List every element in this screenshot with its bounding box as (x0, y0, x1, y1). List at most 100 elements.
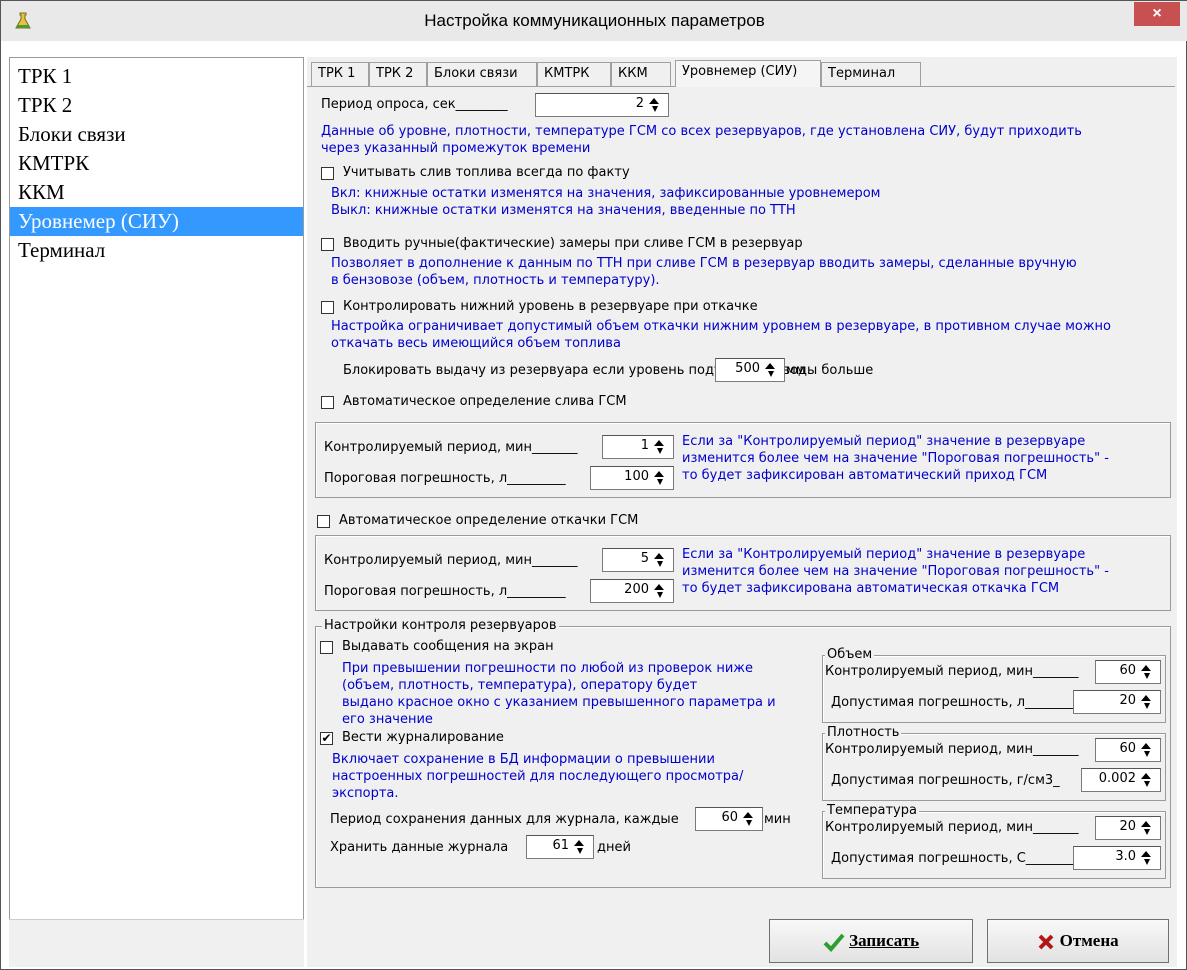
auto-pump-info: Если за "Контролируемый период" значение… (682, 547, 1109, 596)
low-level-checkbox[interactable] (321, 301, 334, 314)
volume-error-label: Допустимая погрешность, л_________ (831, 695, 1084, 710)
save-period-spinner[interactable]: 60 (695, 807, 763, 831)
density-error-label: Допустимая погрешность, г/см3_ (831, 773, 1060, 788)
volume-period-label: Контролируемый период, мин_______ (825, 664, 1079, 679)
density-period-spinner[interactable]: 60 (1095, 738, 1161, 762)
spin-arrows-icon[interactable] (1138, 771, 1158, 789)
tab-terminal[interactable]: Терминал (821, 62, 921, 86)
auto-pump-error-spinner[interactable]: 200 (590, 579, 674, 603)
tank-control-legend: Настройки контроля резервуаров (322, 618, 559, 633)
density-period-label: Контролируемый период, мин_______ (825, 742, 1079, 757)
tab-trk1[interactable]: ТРК 1 (311, 62, 369, 86)
check-icon (823, 933, 845, 953)
density-error-value: 0.002 (1098, 771, 1136, 786)
button-bar: Записать Отмена (307, 919, 1177, 967)
manual-measure-label[interactable]: Вводить ручные(фактические) замеры при с… (343, 236, 803, 251)
save-button[interactable]: Записать (769, 919, 973, 963)
tab-trk2[interactable]: ТРК 2 (369, 62, 427, 86)
fact-drain-checkbox[interactable] (321, 167, 334, 180)
auto-pump-error-label: Пороговая погрешность, л_________ (324, 584, 566, 599)
manual-measure-info: Позволяет в дополнение к данным по ТТН п… (331, 256, 1077, 288)
save-period-value: 60 (721, 810, 738, 825)
poll-period-spinner[interactable]: 2 (535, 93, 669, 117)
low-level-label[interactable]: Контролировать нижний уровень в резервуа… (343, 299, 758, 314)
cross-icon (1038, 934, 1054, 950)
tab-comm-blocks[interactable]: Блоки связи (427, 62, 537, 86)
auto-drain-period-label: Контролируемый период, мин_______ (324, 440, 578, 455)
temperature-group: Температура Контролируемый период, мин__… (822, 803, 1166, 879)
keep-spinner[interactable]: 61 (526, 835, 594, 859)
auto-pump-checkbox[interactable] (317, 515, 330, 528)
sidebar-item-level-gauge[interactable]: Уровнемер (СИУ) (10, 207, 303, 236)
density-group: Плотность Контролируемый период, мин____… (822, 725, 1166, 801)
water-level-spinner[interactable]: 500 (715, 358, 785, 382)
spin-arrows-icon[interactable] (1138, 819, 1158, 837)
save-period-unit: мин (764, 812, 791, 827)
spin-arrows-icon[interactable] (1138, 693, 1158, 711)
spin-arrows-icon[interactable] (1138, 741, 1158, 759)
save-period-label: Период сохранения данных для журнала, ка… (330, 812, 679, 827)
manual-measure-checkbox[interactable] (321, 238, 334, 251)
logging-checkbox[interactable]: ✔ (320, 732, 333, 745)
messages-info: При превышении погрешности по любой из п… (342, 661, 776, 727)
close-button[interactable]: × (1134, 2, 1180, 26)
spin-arrows-icon[interactable] (651, 551, 671, 569)
volume-group: Объем Контролируемый период, мин_______ … (822, 647, 1166, 723)
spin-arrows-icon[interactable] (571, 838, 591, 856)
spin-arrows-icon[interactable] (762, 361, 782, 379)
sidebar-item-trk2[interactable]: ТРК 2 (10, 91, 303, 120)
settings-window: Настройка коммуникационных параметров × … (0, 0, 1187, 970)
sidebar-item-terminal[interactable]: Терминал (10, 236, 303, 265)
logging-info: Включает сохранение в БД информации о пр… (332, 752, 744, 801)
temperature-period-label: Контролируемый период, мин_______ (825, 820, 1079, 835)
cancel-button[interactable]: Отмена (987, 919, 1169, 963)
tab-level-gauge[interactable]: Уровнемер (СИУ) (675, 60, 821, 87)
spin-arrows-icon[interactable] (646, 96, 666, 114)
spin-arrows-icon[interactable] (651, 582, 671, 600)
volume-error-spinner[interactable]: 20 (1073, 690, 1161, 714)
auto-drain-error-spinner[interactable]: 100 (590, 466, 674, 490)
volume-period-value: 60 (1119, 663, 1136, 678)
messages-label[interactable]: Выдавать сообщения на экран (342, 639, 554, 654)
spin-arrows-icon[interactable] (1138, 849, 1158, 867)
auto-pump-period-spinner[interactable]: 5 (602, 548, 674, 572)
section-list[interactable]: ТРК 1 ТРК 2 Блоки связи КМТРК ККМ Уровне… (9, 57, 304, 935)
temperature-period-value: 20 (1119, 819, 1136, 834)
spin-arrows-icon[interactable] (1138, 663, 1158, 681)
title-bar[interactable]: Настройка коммуникационных параметров × (1, 1, 1187, 41)
sidebar-item-comm-blocks[interactable]: Блоки связи (10, 120, 303, 149)
keep-value: 61 (552, 838, 569, 853)
temperature-period-spinner[interactable]: 20 (1095, 816, 1161, 840)
spin-arrows-icon[interactable] (651, 469, 671, 487)
temperature-error-label: Допустимая погрешность, С________ (831, 851, 1078, 866)
auto-pump-period-value: 5 (640, 551, 649, 566)
fact-drain-label[interactable]: Учитывать слив топлива всегда по факту (343, 165, 630, 180)
messages-checkbox[interactable] (320, 641, 333, 654)
sidebar-item-kmtrk[interactable]: КМТРК (10, 149, 303, 178)
bottom-left-area (9, 919, 304, 967)
volume-period-spinner[interactable]: 60 (1095, 660, 1161, 684)
logging-label[interactable]: Вести журналирование (342, 730, 504, 745)
settings-panel: ТРК 1 ТРК 2 Блоки связи КМТРК ККМ Уровне… (307, 57, 1177, 933)
sidebar-item-kkm[interactable]: ККМ (10, 178, 303, 207)
auto-drain-checkbox[interactable] (321, 396, 334, 409)
auto-pump-label[interactable]: Автоматическое определение откачки ГСМ (339, 513, 638, 528)
fact-drain-info: Вкл: книжные остатки изменятся на значен… (331, 186, 881, 218)
water-unit: мм (786, 363, 806, 378)
density-period-value: 60 (1119, 741, 1136, 756)
auto-drain-label[interactable]: Автоматическое определение слива ГСМ (343, 394, 627, 409)
tab-kmtrk[interactable]: КМТРК (537, 62, 611, 86)
sidebar-item-trk1[interactable]: ТРК 1 (10, 62, 303, 91)
auto-drain-group: Контролируемый период, мин_______ 1 Поро… (315, 422, 1171, 498)
keep-label: Хранить данные журнала (330, 840, 509, 855)
auto-pump-group: Контролируемый период, мин_______ 5 Поро… (315, 535, 1171, 611)
temperature-legend: Температура (825, 803, 919, 818)
spin-arrows-icon[interactable] (651, 438, 671, 456)
density-error-spinner[interactable]: 0.002 (1081, 768, 1161, 792)
save-label: Записать (849, 931, 920, 950)
tab-kkm[interactable]: ККМ (611, 62, 671, 86)
density-legend: Плотность (825, 725, 902, 740)
temperature-error-spinner[interactable]: 3.0 (1073, 846, 1161, 870)
auto-drain-period-spinner[interactable]: 1 (602, 435, 674, 459)
spin-arrows-icon[interactable] (740, 810, 760, 828)
